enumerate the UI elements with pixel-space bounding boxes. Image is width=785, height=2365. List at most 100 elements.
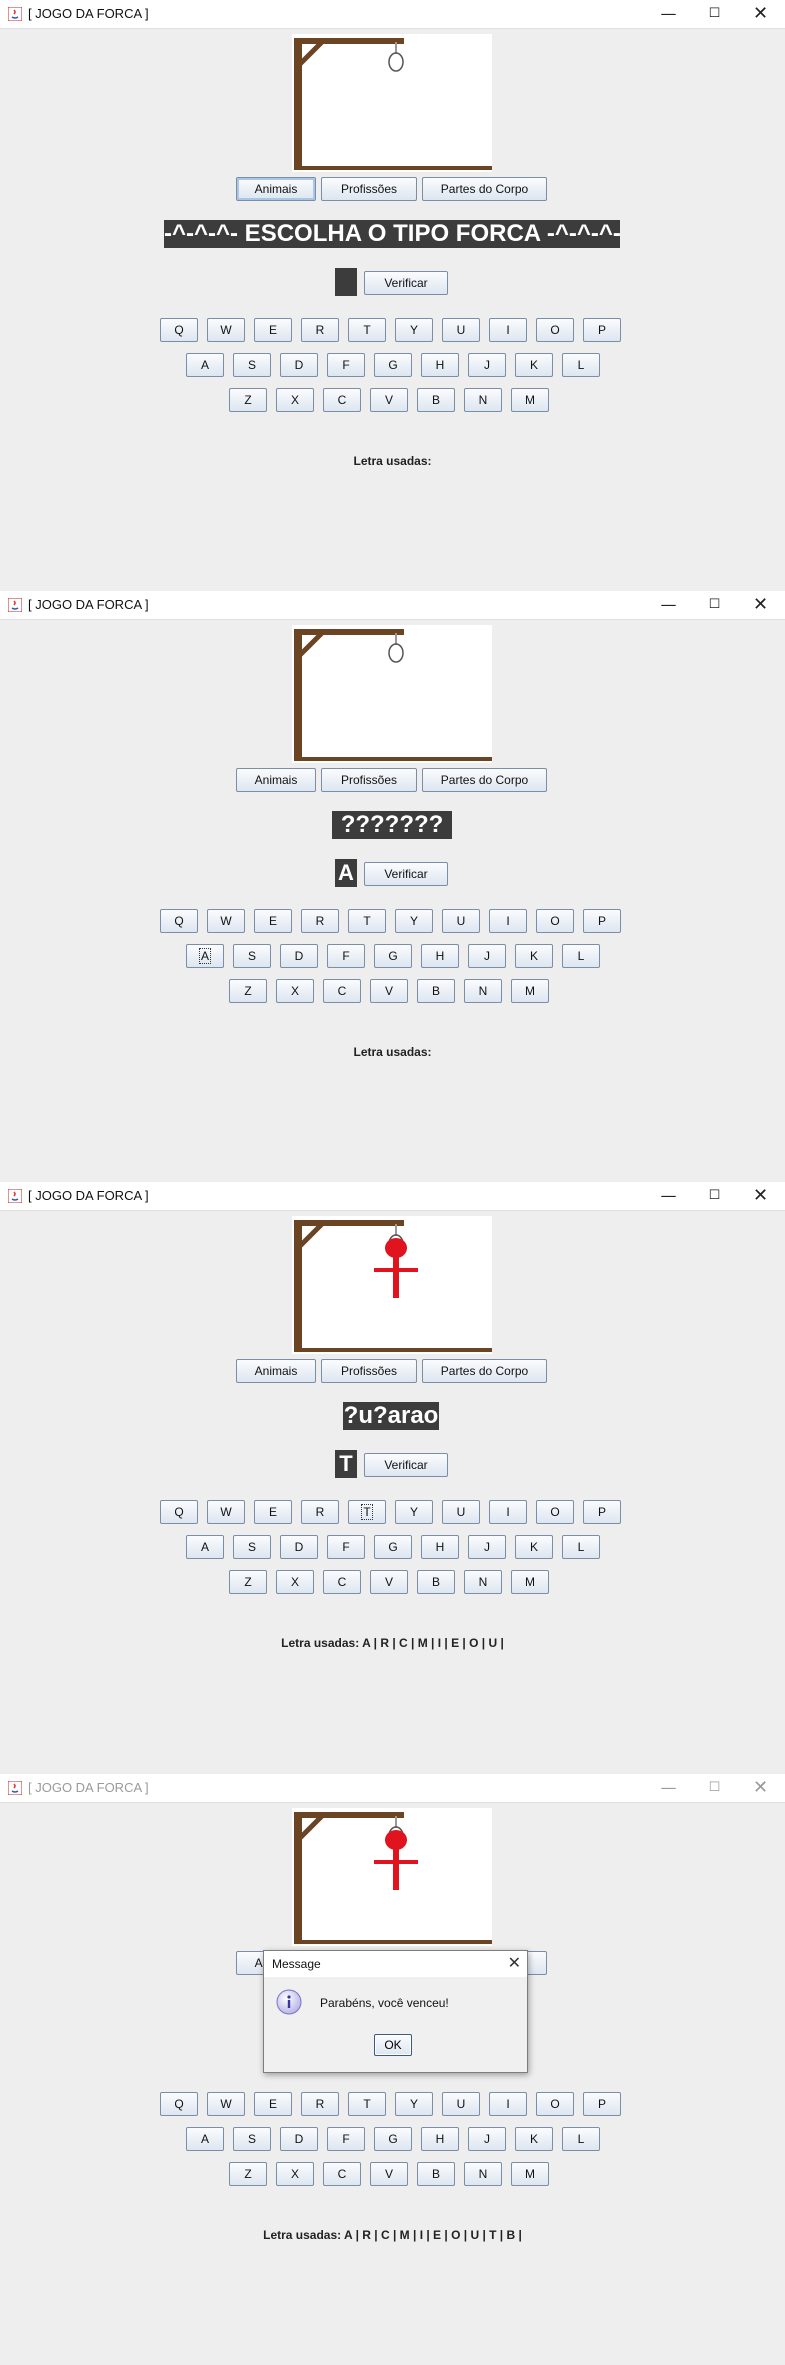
key-g[interactable]: G xyxy=(374,1535,412,1559)
key-y[interactable]: Y xyxy=(395,1500,433,1524)
key-z[interactable]: Z xyxy=(229,388,267,412)
key-v[interactable]: V xyxy=(370,2162,408,2186)
key-r[interactable]: R xyxy=(301,2092,339,2116)
key-z[interactable]: Z xyxy=(229,1570,267,1594)
key-f[interactable]: F xyxy=(327,944,365,968)
key-t[interactable]: T xyxy=(348,1500,386,1524)
key-a[interactable]: A xyxy=(186,2127,224,2151)
category-animais-button[interactable]: Animais xyxy=(236,177,316,201)
key-w[interactable]: W xyxy=(207,318,245,342)
key-p[interactable]: P xyxy=(583,2092,621,2116)
maximize-icon[interactable]: ☐ xyxy=(692,1183,737,1209)
key-o[interactable]: O xyxy=(536,909,574,933)
key-j[interactable]: J xyxy=(468,353,506,377)
key-x[interactable]: X xyxy=(276,2162,314,2186)
key-i[interactable]: I xyxy=(489,2092,527,2116)
key-q[interactable]: Q xyxy=(160,318,198,342)
key-d[interactable]: D xyxy=(280,2127,318,2151)
key-t[interactable]: T xyxy=(348,2092,386,2116)
key-p[interactable]: P xyxy=(583,1500,621,1524)
key-y[interactable]: Y xyxy=(395,2092,433,2116)
minimize-icon[interactable]: — xyxy=(646,1,691,27)
letter-input[interactable]: A xyxy=(335,859,357,887)
key-l[interactable]: L xyxy=(562,1535,600,1559)
key-s[interactable]: S xyxy=(233,944,271,968)
key-l[interactable]: L xyxy=(562,944,600,968)
category-profissoes-button[interactable]: Profissões xyxy=(321,768,417,792)
key-o[interactable]: O xyxy=(536,318,574,342)
key-a[interactable]: A xyxy=(186,1535,224,1559)
key-o[interactable]: O xyxy=(536,2092,574,2116)
title-bar[interactable]: [ JOGO DA FORCA ] — ☐ ✕ xyxy=(0,1774,785,1803)
key-k[interactable]: K xyxy=(515,353,553,377)
key-l[interactable]: L xyxy=(562,353,600,377)
category-profissoes-button[interactable]: Profissões xyxy=(321,1359,417,1383)
key-u[interactable]: U xyxy=(442,2092,480,2116)
key-p[interactable]: P xyxy=(583,318,621,342)
key-n[interactable]: N xyxy=(464,2162,502,2186)
key-q[interactable]: Q xyxy=(160,909,198,933)
key-s[interactable]: S xyxy=(233,2127,271,2151)
key-w[interactable]: W xyxy=(207,1500,245,1524)
close-icon[interactable]: ✕ xyxy=(738,1775,783,1801)
minimize-icon[interactable]: — xyxy=(646,1183,691,1209)
category-partes-do-corpo-button[interactable]: Partes do Corpo xyxy=(422,177,547,201)
key-y[interactable]: Y xyxy=(395,909,433,933)
key-d[interactable]: D xyxy=(280,944,318,968)
category-profissoes-button[interactable]: Profissões xyxy=(321,177,417,201)
key-n[interactable]: N xyxy=(464,388,502,412)
key-v[interactable]: V xyxy=(370,388,408,412)
key-u[interactable]: U xyxy=(442,318,480,342)
title-bar[interactable]: [ JOGO DA FORCA ] — ☐ ✕ xyxy=(0,591,785,620)
key-g[interactable]: G xyxy=(374,944,412,968)
key-n[interactable]: N xyxy=(464,1570,502,1594)
key-a[interactable]: A xyxy=(186,944,224,968)
title-bar[interactable]: [ JOGO DA FORCA ] — ☐ ✕ xyxy=(0,0,785,29)
key-e[interactable]: E xyxy=(254,909,292,933)
key-k[interactable]: K xyxy=(515,944,553,968)
key-e[interactable]: E xyxy=(254,2092,292,2116)
key-r[interactable]: R xyxy=(301,1500,339,1524)
key-x[interactable]: X xyxy=(276,1570,314,1594)
maximize-icon[interactable]: ☐ xyxy=(692,592,737,618)
key-a[interactable]: A xyxy=(186,353,224,377)
category-animais-button[interactable]: Animais xyxy=(236,768,316,792)
key-k[interactable]: K xyxy=(515,1535,553,1559)
minimize-icon[interactable]: — xyxy=(646,592,691,618)
key-g[interactable]: G xyxy=(374,2127,412,2151)
key-t[interactable]: T xyxy=(348,909,386,933)
close-icon[interactable]: ✕ xyxy=(738,1183,783,1209)
key-p[interactable]: P xyxy=(583,909,621,933)
key-q[interactable]: Q xyxy=(160,1500,198,1524)
title-bar[interactable]: [ JOGO DA FORCA ] — ☐ ✕ xyxy=(0,1182,785,1211)
verify-button[interactable]: Verificar xyxy=(364,1453,448,1477)
key-g[interactable]: G xyxy=(374,353,412,377)
key-i[interactable]: I xyxy=(489,318,527,342)
key-r[interactable]: R xyxy=(301,909,339,933)
key-c[interactable]: C xyxy=(323,388,361,412)
key-f[interactable]: F xyxy=(327,353,365,377)
key-m[interactable]: M xyxy=(511,979,549,1003)
key-s[interactable]: S xyxy=(233,353,271,377)
maximize-icon[interactable]: ☐ xyxy=(692,1775,737,1801)
key-m[interactable]: M xyxy=(511,388,549,412)
maximize-icon[interactable]: ☐ xyxy=(692,1,737,27)
category-partes-do-corpo-button[interactable]: Partes do Corpo xyxy=(422,1359,547,1383)
minimize-icon[interactable]: — xyxy=(646,1775,691,1801)
key-s[interactable]: S xyxy=(233,1535,271,1559)
key-j[interactable]: J xyxy=(468,1535,506,1559)
key-w[interactable]: W xyxy=(207,909,245,933)
key-j[interactable]: J xyxy=(468,944,506,968)
dialog-close-icon[interactable]: ✕ xyxy=(508,1953,521,1972)
key-h[interactable]: H xyxy=(421,2127,459,2151)
key-b[interactable]: B xyxy=(417,979,455,1003)
key-y[interactable]: Y xyxy=(395,318,433,342)
key-u[interactable]: U xyxy=(442,909,480,933)
key-c[interactable]: C xyxy=(323,1570,361,1594)
key-h[interactable]: H xyxy=(421,944,459,968)
key-c[interactable]: C xyxy=(323,2162,361,2186)
ok-button[interactable]: OK xyxy=(374,2034,412,2056)
key-o[interactable]: O xyxy=(536,1500,574,1524)
key-d[interactable]: D xyxy=(280,353,318,377)
key-x[interactable]: X xyxy=(276,388,314,412)
